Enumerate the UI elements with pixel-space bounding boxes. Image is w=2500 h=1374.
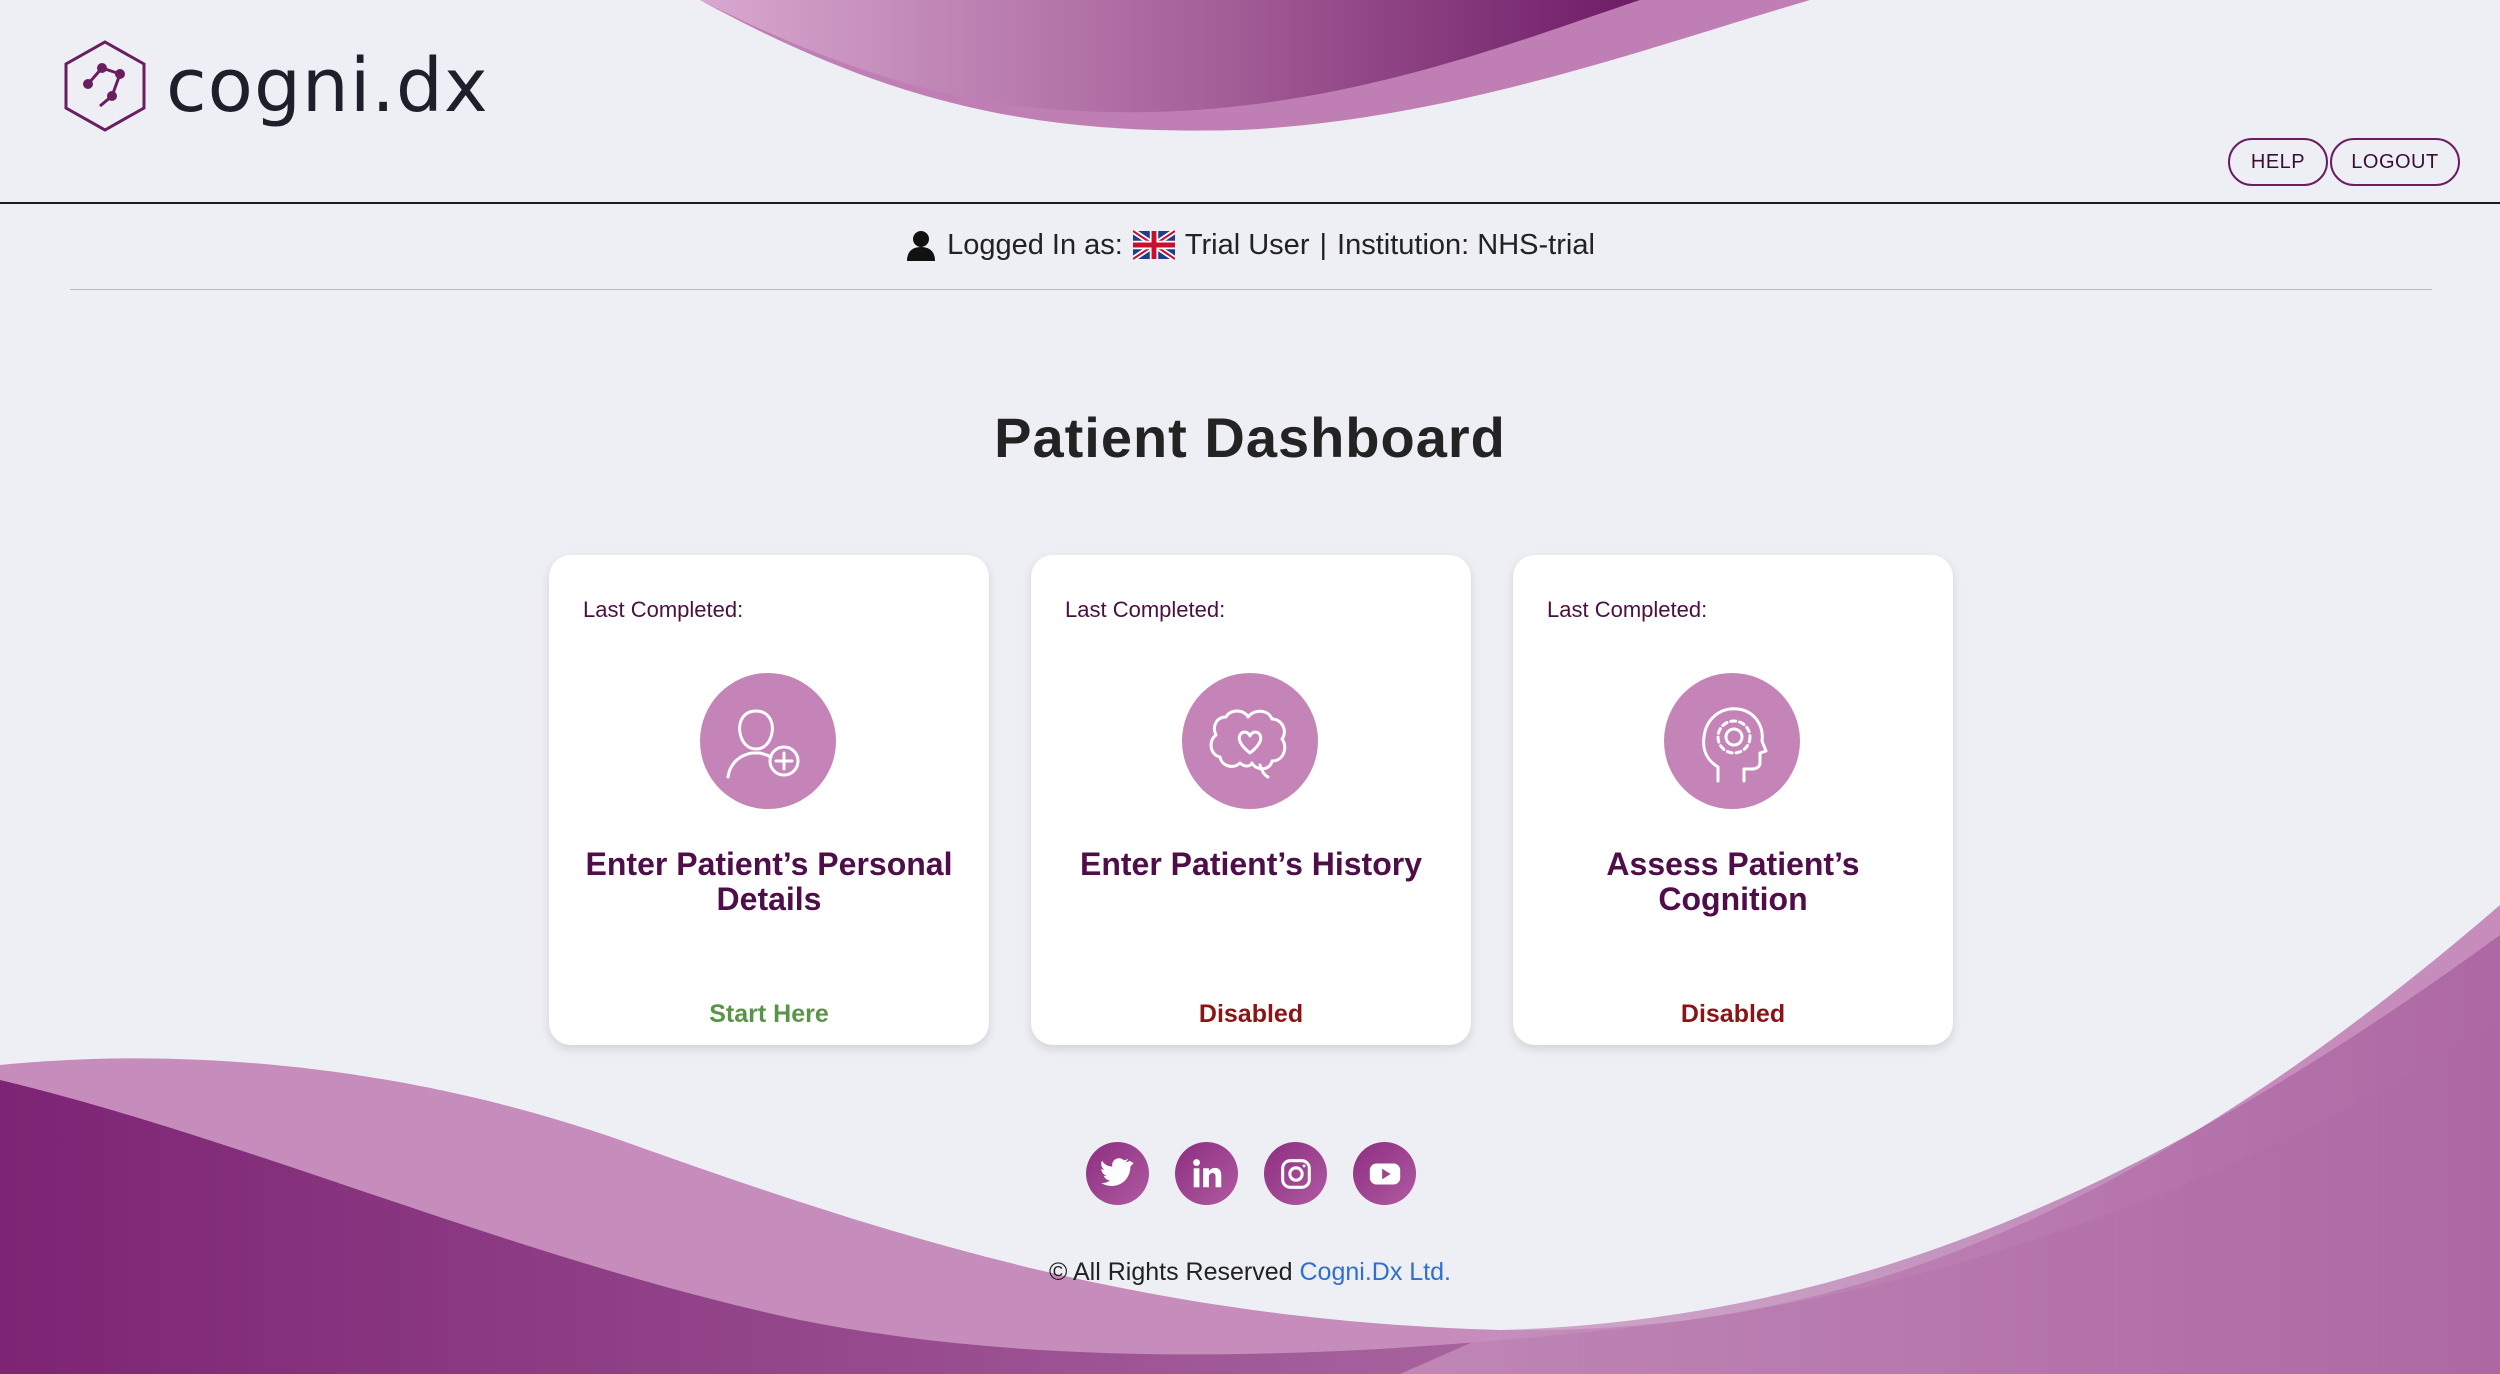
help-button[interactable]: HELP xyxy=(2228,138,2328,186)
logged-in-label: Logged In as: xyxy=(947,228,1123,261)
brand-logo[interactable]: cogni.dx xyxy=(60,38,489,134)
brand-name: cogni.dx xyxy=(166,43,489,129)
card-status: Disabled xyxy=(1680,1000,1786,1028)
card-title: Enter Patient’s Personal Details xyxy=(585,846,953,917)
user-icon xyxy=(907,231,936,261)
logo-hexagon-icon xyxy=(64,40,146,132)
header-actions: HELP LOGOUT xyxy=(2228,138,2460,186)
userbar-divider xyxy=(70,289,2432,290)
copyright: © All Rights Reserved Cogni.Dx Ltd. xyxy=(0,1258,2500,1287)
last-completed-label: Last Completed: xyxy=(1065,597,1226,622)
logout-button[interactable]: LOGOUT xyxy=(2330,138,2460,186)
last-completed-label: Last Completed: xyxy=(583,597,744,622)
company-link[interactable]: Cogni.Dx Ltd. xyxy=(1300,1258,1451,1286)
uk-flag-icon xyxy=(1132,230,1175,260)
card-personal-details[interactable]: Last Completed: Enter Patient’s Personal… xyxy=(549,555,989,1045)
institution-label: Institution: NHS-trial xyxy=(1337,228,1595,261)
head-gear-icon xyxy=(1664,673,1800,809)
copyright-text: © All Rights Reserved xyxy=(1049,1258,1293,1286)
card-assess-cognition[interactable]: Last Completed: Assess Patient’s Cogniti… xyxy=(1513,555,1953,1045)
user-info-bar: Logged In as: Trial User | Institution: … xyxy=(0,220,2500,270)
header-divider xyxy=(0,202,2500,204)
card-status: Start Here xyxy=(709,1000,829,1028)
linkedin-icon[interactable] xyxy=(1175,1142,1238,1205)
dashboard-cards: Last Completed: Enter Patient’s Personal… xyxy=(549,555,1953,1045)
twitter-icon[interactable] xyxy=(1086,1142,1149,1205)
card-title: Enter Patient’s History xyxy=(1079,846,1422,882)
social-links xyxy=(1086,1142,1416,1205)
card-patient-history[interactable]: Last Completed: Enter Patient’s History … xyxy=(1031,555,1471,1045)
instagram-icon[interactable] xyxy=(1264,1142,1327,1205)
brain-heart-icon xyxy=(1182,673,1318,809)
page-title: Patient Dashboard xyxy=(994,406,1506,469)
last-completed-label: Last Completed: xyxy=(1547,597,1708,622)
user-name: Trial User xyxy=(1184,228,1310,261)
card-title: Assess Patient’s Cognition xyxy=(1606,846,1860,917)
userbar-separator: | xyxy=(1319,228,1328,261)
add-user-icon xyxy=(700,673,836,809)
youtube-icon[interactable] xyxy=(1353,1142,1416,1205)
card-status: Disabled xyxy=(1198,1000,1304,1028)
